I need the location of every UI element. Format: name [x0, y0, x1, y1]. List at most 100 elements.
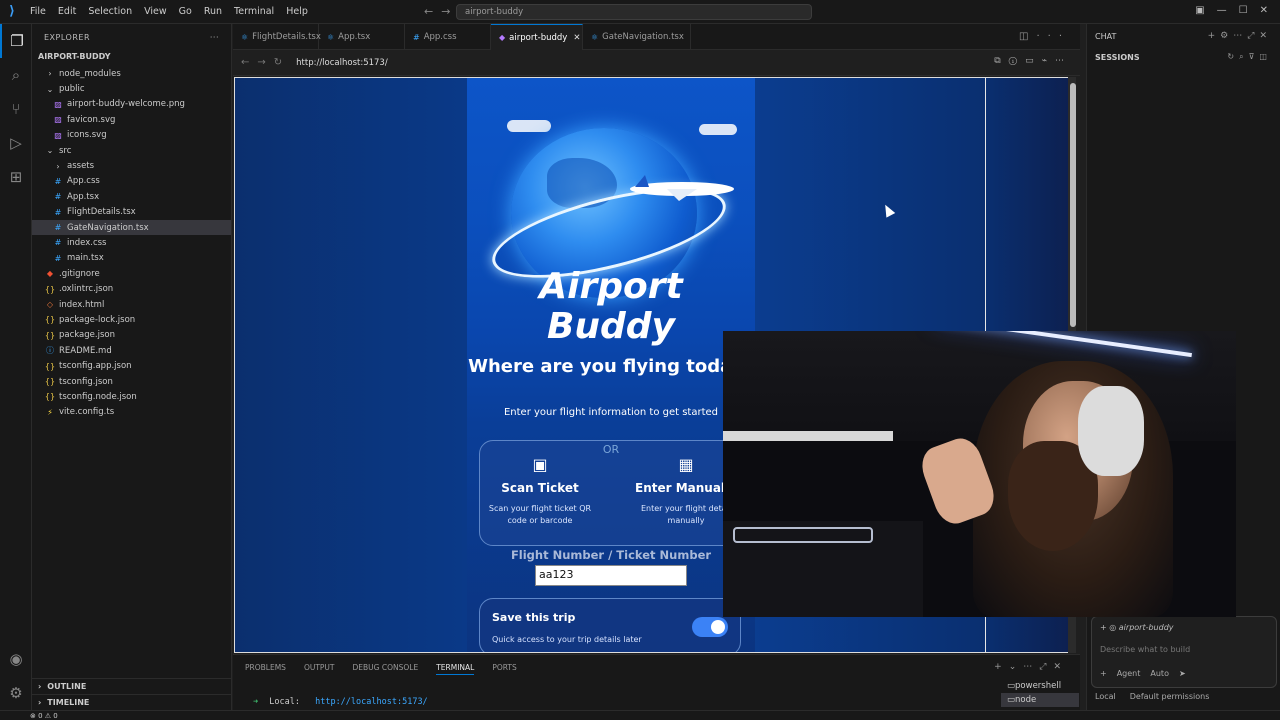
- send-icon[interactable]: ➤: [1179, 669, 1186, 678]
- file-tree-item[interactable]: › assets: [32, 158, 231, 173]
- local-target[interactable]: Local: [1095, 692, 1116, 701]
- menu-view[interactable]: View: [138, 6, 173, 17]
- tab-flightdetails[interactable]: ⚛ FlightDetails.tsx: [233, 24, 321, 50]
- extensions-icon[interactable]: ⊞: [0, 160, 32, 194]
- editor-actions[interactable]: ◫···: [1019, 31, 1070, 42]
- file-tree-item[interactable]: {} tsconfig.app.json: [32, 358, 231, 373]
- tab-gatenavigation[interactable]: ⚛ GateNavigation.tsx: [583, 24, 691, 50]
- file-tree-item[interactable]: {} package-lock.json: [32, 312, 231, 327]
- menu-help[interactable]: Help: [280, 6, 314, 17]
- file-tree-item[interactable]: {} tsconfig.node.json: [32, 389, 231, 404]
- nav-arrows-icon[interactable]: ←→: [424, 5, 458, 18]
- file-tree-item[interactable]: # index.css: [32, 235, 231, 250]
- tab-debug-console[interactable]: DEBUG CONSOLE: [353, 663, 419, 675]
- panel-tabs: PROBLEMS OUTPUT DEBUG CONSOLE TERMINAL P…: [233, 655, 1080, 683]
- maximize-icon[interactable]: ☐: [1239, 5, 1248, 16]
- panel-actions-icon[interactable]: +⌄⋯⤢✕: [994, 662, 1068, 672]
- file-tree-item[interactable]: {} tsconfig.json: [32, 374, 231, 389]
- browser-actions-icon[interactable]: ⧉ⓘ▭⌁⋯: [994, 56, 1072, 66]
- tab-problems[interactable]: PROBLEMS: [245, 663, 286, 675]
- menu-terminal[interactable]: Terminal: [228, 6, 280, 17]
- flight-number-input[interactable]: aa123: [535, 565, 687, 586]
- file-tree-item[interactable]: {} .oxlintrc.json: [32, 281, 231, 296]
- tab-app-css[interactable]: # App.css: [405, 24, 491, 50]
- chat-actions-icon[interactable]: +⚙⋯⤢✕: [1208, 31, 1272, 41]
- browser-icon: ◆: [499, 33, 506, 42]
- activity-bar: ❐ ⌕ ⑂ ▷ ⊞ ◉ ⚙: [0, 24, 32, 710]
- menu-go[interactable]: Go: [173, 6, 198, 17]
- editor-tabs: ⚛ FlightDetails.tsx ⚛ App.tsx # App.css ◆ ai…: [233, 24, 1080, 50]
- chat-input-box[interactable]: + ◎ airport-buddy Describe what to build…: [1091, 616, 1277, 688]
- file-tree-item[interactable]: # FlightDetails.tsx: [32, 205, 231, 220]
- chevron-right-icon: ›: [48, 69, 52, 79]
- file-tree-label: .gitignore: [59, 268, 100, 279]
- close-tab-icon[interactable]: ✕: [573, 33, 580, 43]
- menu-selection[interactable]: Selection: [82, 6, 138, 17]
- file-tree-item[interactable]: ◇ index.html: [32, 297, 231, 312]
- chat-context-chip[interactable]: + ◎ airport-buddy: [1100, 623, 1174, 632]
- more-actions-icon[interactable]: ···: [210, 33, 219, 42]
- mode-picker[interactable]: Agent: [1117, 669, 1141, 678]
- explorer-icon[interactable]: ❐: [0, 24, 32, 58]
- file-tree-label: favicon.svg: [67, 114, 116, 125]
- css-file-icon: #: [413, 32, 420, 42]
- close-window-icon[interactable]: ✕: [1260, 5, 1268, 16]
- file-tree-item[interactable]: ▨ favicon.svg: [32, 112, 231, 127]
- timeline-section[interactable]: › TIMELINE: [32, 694, 232, 710]
- tab-terminal[interactable]: TERMINAL: [436, 663, 475, 675]
- file-tree-item[interactable]: ▨ icons.svg: [32, 128, 231, 143]
- tab-airport-buddy[interactable]: ◆ airport-buddy ✕: [491, 24, 583, 50]
- tab-ports[interactable]: PORTS: [492, 663, 516, 675]
- file-tree-item[interactable]: ⚡ vite.config.ts: [32, 405, 231, 420]
- viewport-scroll-thumb[interactable]: [1070, 83, 1076, 327]
- layout-icon[interactable]: ▣: [1195, 5, 1204, 16]
- file-tree-item[interactable]: ⌄ public: [32, 81, 231, 96]
- permissions-setting[interactable]: Default permissions: [1130, 692, 1210, 701]
- browser-nav-icon[interactable]: ←→↻: [241, 57, 290, 68]
- minimize-icon[interactable]: —: [1217, 5, 1227, 16]
- terminal-item-node[interactable]: ▭ node: [1001, 693, 1079, 707]
- terminal-url-link[interactable]: http://localhost:5173/: [315, 697, 428, 707]
- terminal-item-powershell[interactable]: ▭ powershell: [1001, 679, 1079, 693]
- menu-file[interactable]: File: [24, 6, 52, 17]
- settings-gear-icon[interactable]: ⚙: [0, 676, 32, 710]
- outline-label: OUTLINE: [47, 682, 87, 691]
- file-tree-item[interactable]: ◆ .gitignore: [32, 266, 231, 281]
- headline: Where are you flying today?: [468, 356, 754, 377]
- account-icon[interactable]: ◉: [0, 642, 32, 676]
- add-context-icon[interactable]: +: [1100, 669, 1107, 678]
- workspace-root[interactable]: AIRPORT-BUDDY: [32, 50, 231, 66]
- chat-context-label: airport-buddy: [1118, 623, 1174, 632]
- file-tree-item[interactable]: # App.css: [32, 174, 231, 189]
- file-tree-label: src: [59, 145, 72, 156]
- file-tree-item[interactable]: ⌄ src: [32, 143, 231, 158]
- file-tree-item[interactable]: ⓘ README.md: [32, 343, 231, 358]
- file-tree-item[interactable]: {} package.json: [32, 328, 231, 343]
- run-debug-icon[interactable]: ▷: [0, 126, 32, 160]
- problems-counter[interactable]: ⊗ 0 ⚠ 0: [30, 712, 58, 720]
- tab-app-tsx[interactable]: ⚛ App.tsx: [319, 24, 405, 50]
- outline-section[interactable]: › OUTLINE: [32, 678, 232, 694]
- search-icon[interactable]: ⌕: [0, 58, 32, 92]
- tab-output[interactable]: OUTPUT: [304, 663, 335, 675]
- file-tree-label: airport-buddy-welcome.png: [67, 99, 185, 110]
- url-field[interactable]: http://localhost:5173/: [296, 58, 388, 68]
- source-control-icon[interactable]: ⑂: [0, 92, 32, 126]
- model-picker[interactable]: Auto: [1150, 669, 1169, 678]
- menu-run[interactable]: Run: [198, 6, 228, 17]
- scan-ticket-button[interactable]: ▣ Scan Ticket Scan your flight ticket QR…: [480, 455, 600, 527]
- file-tree-item[interactable]: # main.tsx: [32, 251, 231, 266]
- file-tree-item[interactable]: › node_modules: [32, 66, 231, 81]
- menu-edit[interactable]: Edit: [52, 6, 82, 17]
- scan-title: Scan Ticket: [501, 481, 579, 495]
- file-tree-item[interactable]: ▨ airport-buddy-welcome.png: [32, 97, 231, 112]
- file-tree-label: GateNavigation.tsx: [67, 222, 149, 233]
- file-tree-item[interactable]: # GateNavigation.tsx: [32, 219, 231, 236]
- file-tree-label: index.css: [67, 237, 107, 248]
- tsx-file-icon: #: [54, 253, 62, 263]
- file-tree-item[interactable]: # App.tsx: [32, 189, 231, 204]
- save-trip-toggle[interactable]: [692, 617, 728, 637]
- subheadline: Enter your flight information to get sta…: [503, 407, 719, 418]
- sessions-actions-icon[interactable]: ↻⌕⊽◫: [1227, 52, 1272, 62]
- command-center[interactable]: airport-buddy: [456, 4, 812, 20]
